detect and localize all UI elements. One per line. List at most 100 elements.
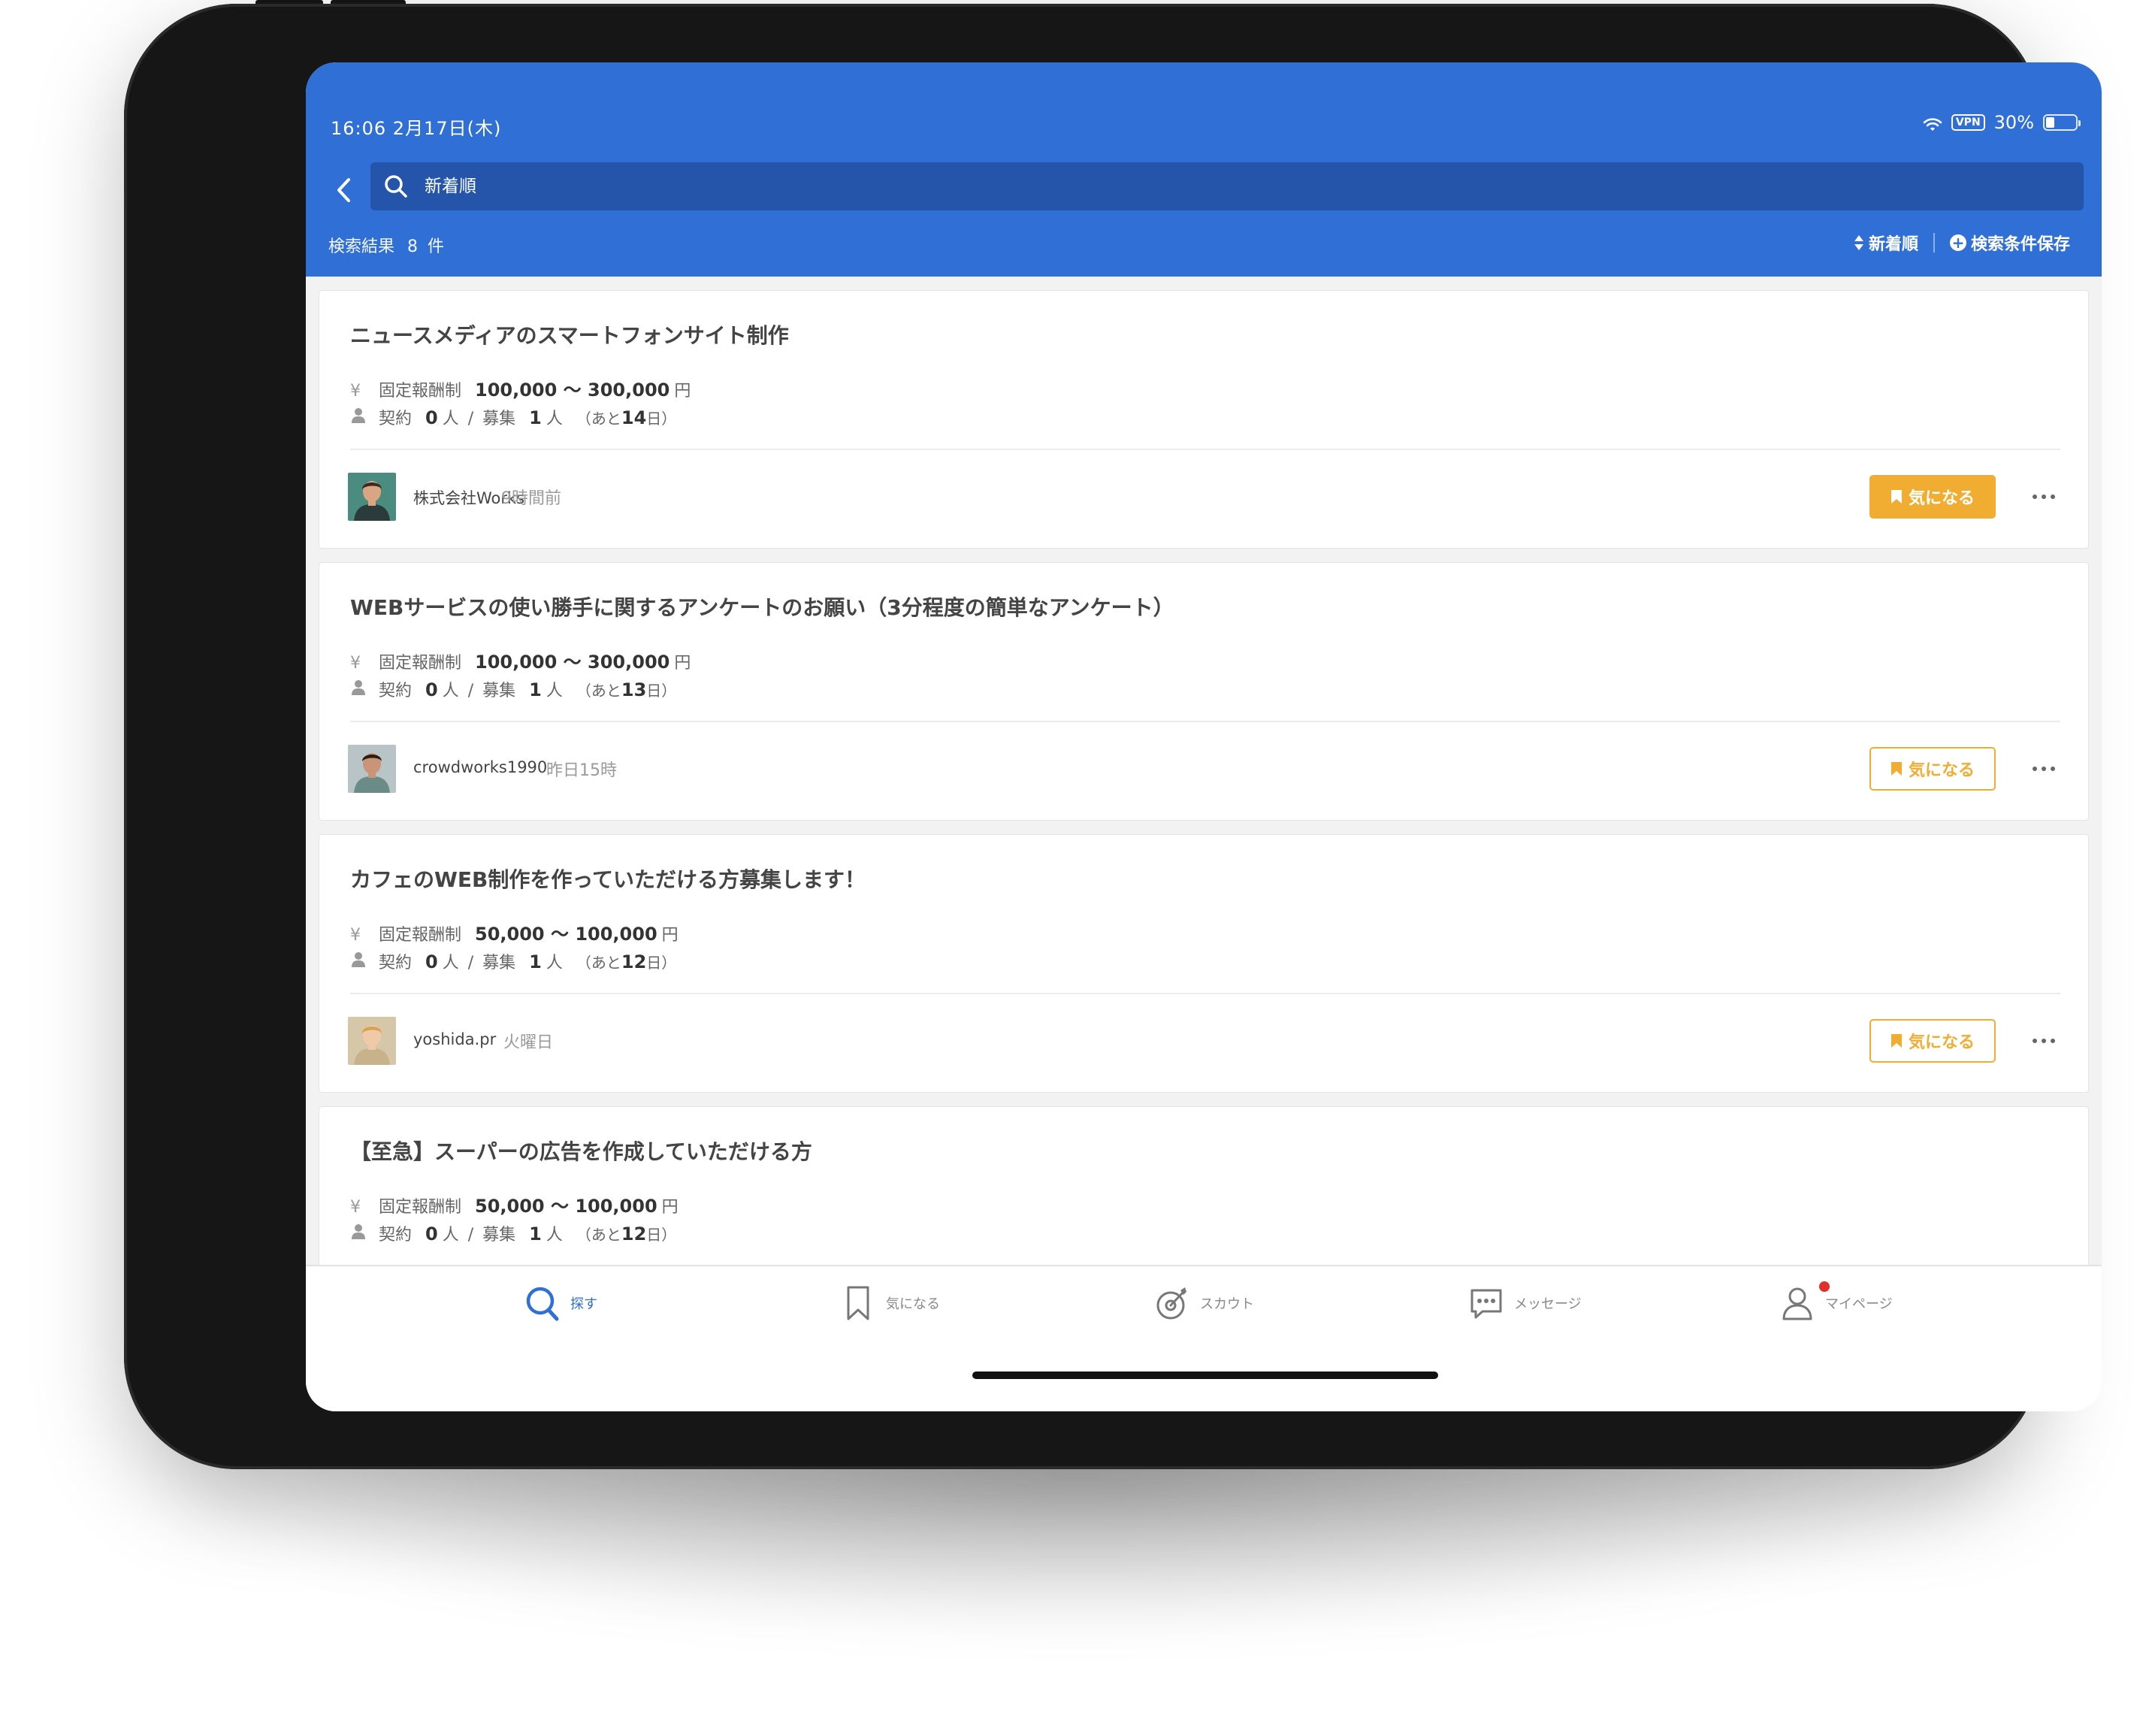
vpn-badge: VPN: [1951, 114, 1985, 131]
posted-time: 9時間前: [501, 489, 561, 508]
avatar[interactable]: [348, 1017, 396, 1065]
pay-row: ¥ 固定報酬制 50,000 〜 100,000 円: [350, 1191, 679, 1217]
back-button[interactable]: [328, 171, 358, 209]
bottom-tab-bar: 探す 気になる スカウト メッセージ マイページ: [306, 1265, 2102, 1411]
job-card[interactable]: WEBサービスの使い勝手に関するアンケートのお願い（3分程度の簡単なアンケート）…: [319, 562, 2089, 821]
sort-label: 新着順: [1868, 235, 1918, 254]
status-indicators: VPN 30%: [1923, 112, 2081, 133]
remaining-days: 13: [621, 679, 647, 700]
home-indicator: [972, 1372, 1438, 1379]
more-options-button[interactable]: [2027, 1026, 2060, 1056]
job-card[interactable]: 【至急】スーパーの広告を作成していただける方 ¥ 固定報酬制 50,000 〜 …: [319, 1106, 2089, 1265]
separator: /: [467, 410, 474, 428]
more-options-button[interactable]: [2027, 754, 2060, 784]
card-divider: [350, 449, 2060, 450]
battery-percent: 30%: [1993, 112, 2034, 133]
more-options-button[interactable]: [2027, 482, 2060, 512]
pay-type: 固定報酬制: [379, 926, 462, 945]
pay-range: 100,000 〜 300,000: [475, 652, 670, 673]
sort-button[interactable]: 新着順: [1854, 231, 1918, 255]
watch-button[interactable]: 気になる: [1869, 475, 1996, 519]
watch-label: 気になる: [1908, 489, 1975, 508]
person-icon: [352, 952, 365, 967]
tab-watchlist[interactable]: 気になる: [839, 1283, 940, 1323]
job-title[interactable]: WEBサービスの使い勝手に関するアンケートのお願い（3分程度の簡単なアンケート）: [350, 591, 1174, 622]
contracted-count: 0: [425, 679, 438, 700]
search-bar[interactable]: [370, 162, 2084, 210]
plus-circle-icon: +: [1949, 234, 1966, 251]
watch-button[interactable]: 気になる: [1869, 747, 1996, 791]
person-unit: 人: [546, 682, 563, 700]
job-title[interactable]: 【至急】スーパーの広告を作成していただける方: [350, 1136, 812, 1166]
client-name[interactable]: crowdworks1990: [413, 758, 547, 776]
currency-unit: 円: [661, 1198, 679, 1217]
currency-unit: 円: [661, 926, 679, 945]
contract-label: 契約: [379, 410, 413, 428]
recruiting-count: 1: [529, 679, 542, 700]
separator: /: [467, 1226, 474, 1245]
tab-label: マイページ: [1825, 1296, 1893, 1312]
tab-search[interactable]: 探す: [524, 1283, 597, 1323]
avatar[interactable]: [348, 745, 396, 793]
dot: [2033, 767, 2037, 771]
recruit-label: 募集: [482, 1226, 516, 1245]
job-card[interactable]: カフェのWEB制作を作っていただける方募集します！ ¥ 固定報酬制 50,000…: [319, 834, 2089, 1093]
yen-icon: ¥: [350, 926, 361, 945]
person-unit: 人: [442, 954, 459, 972]
tab-scout[interactable]: スカウト: [1153, 1283, 1254, 1323]
posted-time: 昨日15時: [546, 761, 617, 780]
contract-label: 契約: [379, 682, 413, 700]
results-number: 8: [407, 237, 419, 256]
pay-row: ¥ 固定報酬制 100,000 〜 300,000 円: [350, 375, 691, 401]
pay-type: 固定報酬制: [379, 654, 462, 673]
posted-time: 火曜日: [503, 1033, 554, 1052]
header-divider: [1933, 233, 1935, 253]
bookmark-icon: [847, 1286, 869, 1320]
person-unit: 人: [546, 1226, 563, 1245]
save-search-label: 検索条件保存: [1970, 235, 2070, 254]
client-name[interactable]: yoshida.pr: [413, 1030, 496, 1048]
dot: [2033, 1039, 2037, 1043]
avatar[interactable]: [348, 473, 396, 521]
battery-icon: [2043, 114, 2081, 131]
currency-unit: 円: [674, 654, 691, 673]
tab-messages[interactable]: メッセージ: [1467, 1283, 1582, 1323]
job-card[interactable]: ニュースメディアのスマートフォンサイト制作 ¥ 固定報酬制 100,000 〜 …: [319, 290, 2089, 549]
search-input[interactable]: [425, 162, 2084, 210]
chevron-left-icon: [337, 178, 350, 202]
job-title[interactable]: ニュースメディアのスマートフォンサイト制作: [350, 319, 789, 349]
remaining-days: 14: [621, 407, 647, 428]
user-icon: [1782, 1287, 1812, 1320]
tab-label: 気になる: [886, 1296, 940, 1312]
results-label: 検索結果: [328, 237, 395, 256]
card-divider: [350, 993, 2060, 994]
remaining-suffix: 日）: [646, 954, 677, 972]
watch-button[interactable]: 気になる: [1869, 1019, 1996, 1063]
results-unit: 件: [428, 237, 445, 256]
chat-icon: [1470, 1289, 1502, 1319]
dot: [2042, 1039, 2046, 1043]
pay-row: ¥ 固定報酬制 50,000 〜 100,000 円: [350, 919, 679, 945]
remaining-days: 12: [621, 1223, 647, 1245]
pay-type: 固定報酬制: [379, 1198, 462, 1217]
dot: [2051, 767, 2055, 771]
person-icon: [352, 680, 365, 695]
tab-label: スカウト: [1200, 1296, 1254, 1312]
yen-icon: ¥: [350, 382, 361, 401]
person-unit: 人: [442, 1226, 459, 1245]
pay-type: 固定報酬制: [379, 382, 462, 401]
save-search-button[interactable]: + 検索条件保存: [1949, 231, 2070, 255]
dot: [2051, 1039, 2055, 1043]
recruiting-count: 1: [529, 1223, 542, 1245]
status-time-date: 16:06 2月17日(木): [331, 118, 502, 139]
separator: /: [467, 682, 474, 700]
contract-row: 契約 0 人 / 募集 1 人 （あと 13 日）: [350, 677, 676, 701]
tab-label: 探す: [570, 1296, 597, 1312]
recruiting-count: 1: [529, 407, 542, 428]
job-title[interactable]: カフェのWEB制作を作っていただける方募集します！: [350, 863, 866, 894]
contract-row: 契約 0 人 / 募集 1 人 （あと 12 日）: [350, 1221, 676, 1245]
contract-row: 契約 0 人 / 募集 1 人 （あと 14 日）: [350, 405, 676, 429]
tab-mypage[interactable]: マイページ: [1779, 1281, 1893, 1323]
tablet-device-frame: 16:06 2月17日(木) VPN 30% 検索結果 8 件: [124, 4, 2102, 1469]
remaining-prefix: （あと: [576, 1226, 621, 1244]
